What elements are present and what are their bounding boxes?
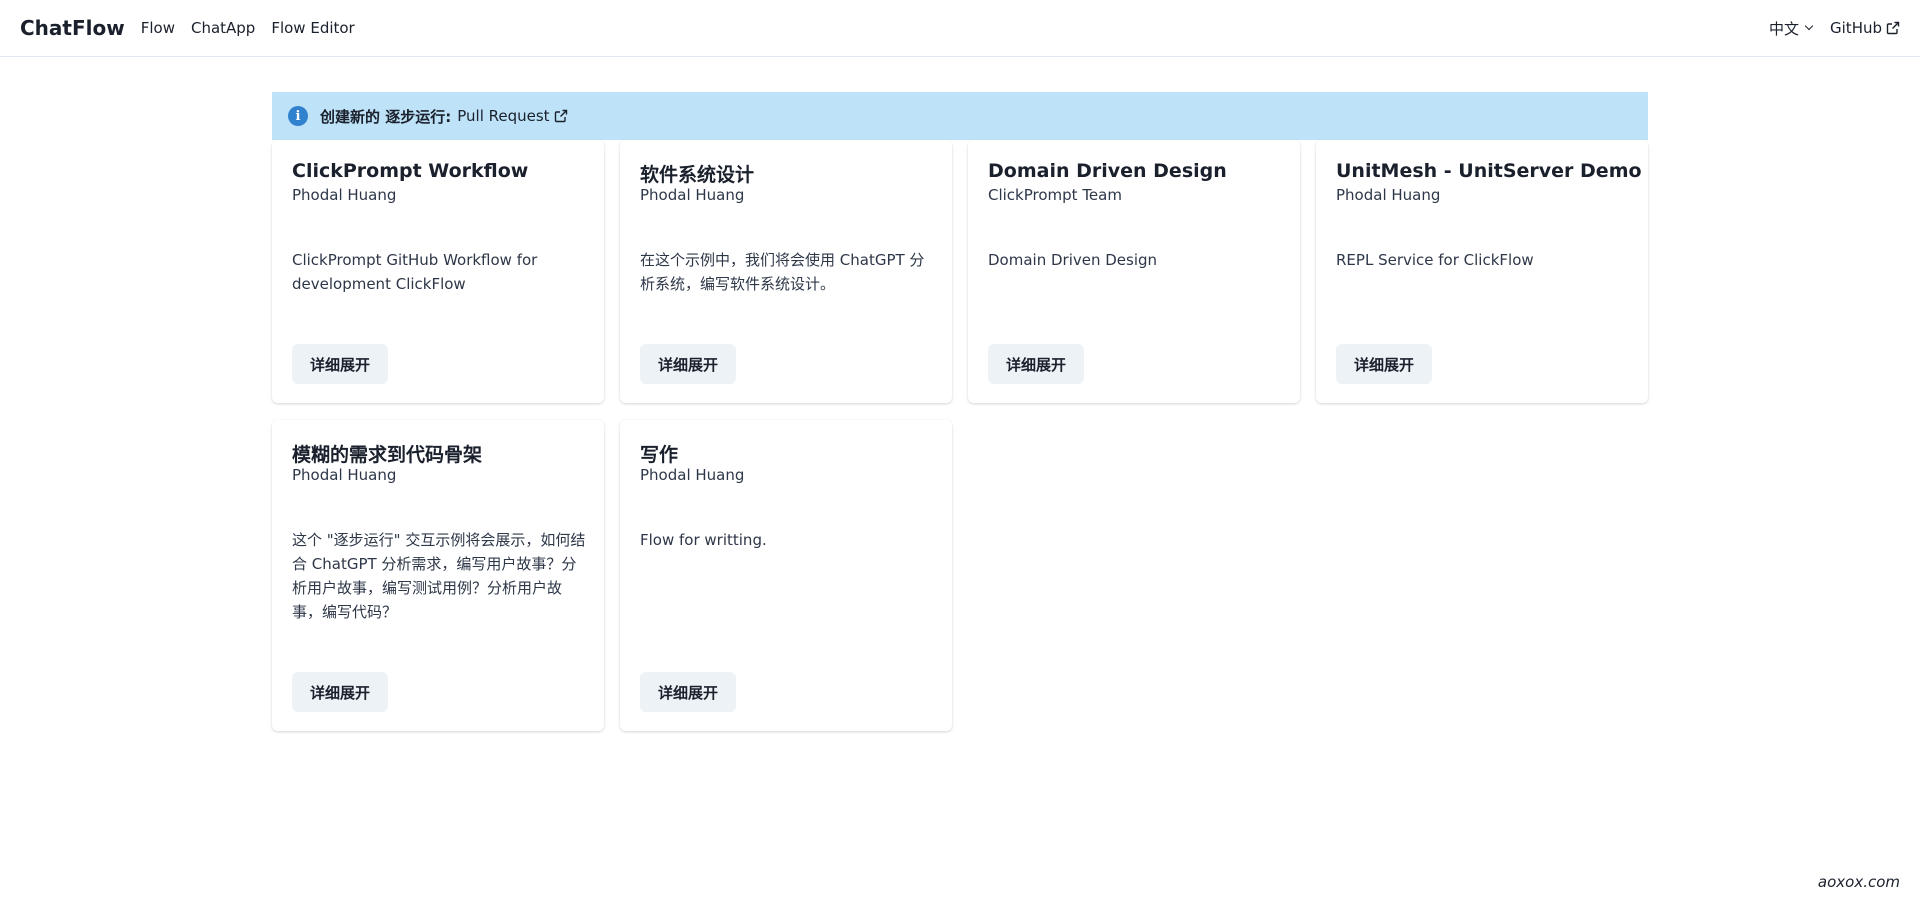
card-author: Phodal Huang bbox=[640, 466, 745, 484]
card-author: Phodal Huang bbox=[292, 186, 397, 204]
card-description: ClickPrompt GitHub Workflow for developm… bbox=[292, 251, 538, 293]
external-link-icon bbox=[555, 109, 568, 123]
card-description: Domain Driven Design bbox=[988, 251, 1158, 269]
card-title: ClickPrompt Workflow bbox=[292, 160, 529, 182]
pull-request-label: Pull Request bbox=[457, 107, 550, 125]
language-select[interactable]: 中文 bbox=[1769, 18, 1814, 39]
card-description: Flow for writting. bbox=[640, 531, 767, 549]
top-navbar: ChatFlow Flow ChatApp Flow Editor 中文 Git… bbox=[0, 0, 1920, 57]
expand-details-button[interactable]: 详细展开 bbox=[1336, 344, 1432, 384]
github-link[interactable]: GitHub bbox=[1830, 19, 1900, 37]
expand-details-button[interactable]: 详细展开 bbox=[292, 672, 388, 712]
nav-link-chatapp[interactable]: ChatApp bbox=[191, 19, 255, 37]
watermark: aoxox.com bbox=[1817, 873, 1900, 891]
card-description: 这个 "逐步运行" 交互示例将会展示，如何结合 ChatGPT 分析需求，编写用… bbox=[292, 531, 586, 621]
expand-details-button[interactable]: 详细展开 bbox=[292, 344, 388, 384]
github-label: GitHub bbox=[1830, 19, 1882, 37]
card-description: REPL Service for ClickFlow bbox=[1336, 251, 1534, 269]
nav-right-group: 中文 GitHub bbox=[1769, 18, 1900, 39]
info-alert: i 创建新的 逐步运行: Pull Request bbox=[272, 92, 1648, 140]
expand-details-button[interactable]: 详细展开 bbox=[988, 344, 1084, 384]
card-description: 在这个示例中，我们将会使用 ChatGPT 分析系统，编写软件系统设计。 bbox=[640, 251, 925, 293]
card-author: Phodal Huang bbox=[292, 466, 397, 484]
flow-card: Domain Driven Design ClickPrompt Team Do… bbox=[968, 140, 1300, 403]
flow-card: ClickPrompt Workflow Phodal Huang ClickP… bbox=[272, 140, 604, 403]
info-icon: i bbox=[288, 106, 308, 126]
nav-link-flow[interactable]: Flow bbox=[141, 19, 175, 37]
nav-link-flow-editor[interactable]: Flow Editor bbox=[271, 19, 354, 37]
card-title: Domain Driven Design bbox=[988, 160, 1227, 182]
expand-details-button[interactable]: 详细展开 bbox=[640, 344, 736, 384]
flow-card: 软件系统设计 Phodal Huang 在这个示例中，我们将会使用 ChatGP… bbox=[620, 140, 952, 403]
pull-request-link[interactable]: Pull Request bbox=[457, 107, 568, 125]
card-title: 软件系统设计 bbox=[640, 164, 755, 186]
card-title: UnitMesh - UnitServer Demo bbox=[1336, 160, 1642, 182]
card-author: ClickPrompt Team bbox=[988, 186, 1122, 204]
external-link-icon bbox=[1886, 21, 1900, 35]
chevron-down-icon bbox=[1804, 21, 1814, 31]
flow-card: 模糊的需求到代码骨架 Phodal Huang 这个 "逐步运行" 交互示例将会… bbox=[272, 420, 604, 731]
card-author: Phodal Huang bbox=[1336, 186, 1441, 204]
alert-title: 创建新的 逐步运行: bbox=[320, 107, 452, 126]
expand-details-button[interactable]: 详细展开 bbox=[640, 672, 736, 712]
language-label: 中文 bbox=[1769, 19, 1800, 38]
flow-card: 写作 Phodal Huang Flow for writting. 详细展开 bbox=[620, 420, 952, 731]
card-title: 模糊的需求到代码骨架 bbox=[292, 444, 483, 466]
flow-card: UnitMesh - UnitServer Demo Phodal Huang … bbox=[1316, 140, 1648, 403]
card-author: Phodal Huang bbox=[640, 186, 745, 204]
card-title: 写作 bbox=[640, 444, 679, 466]
brand-logo[interactable]: ChatFlow bbox=[20, 16, 125, 40]
